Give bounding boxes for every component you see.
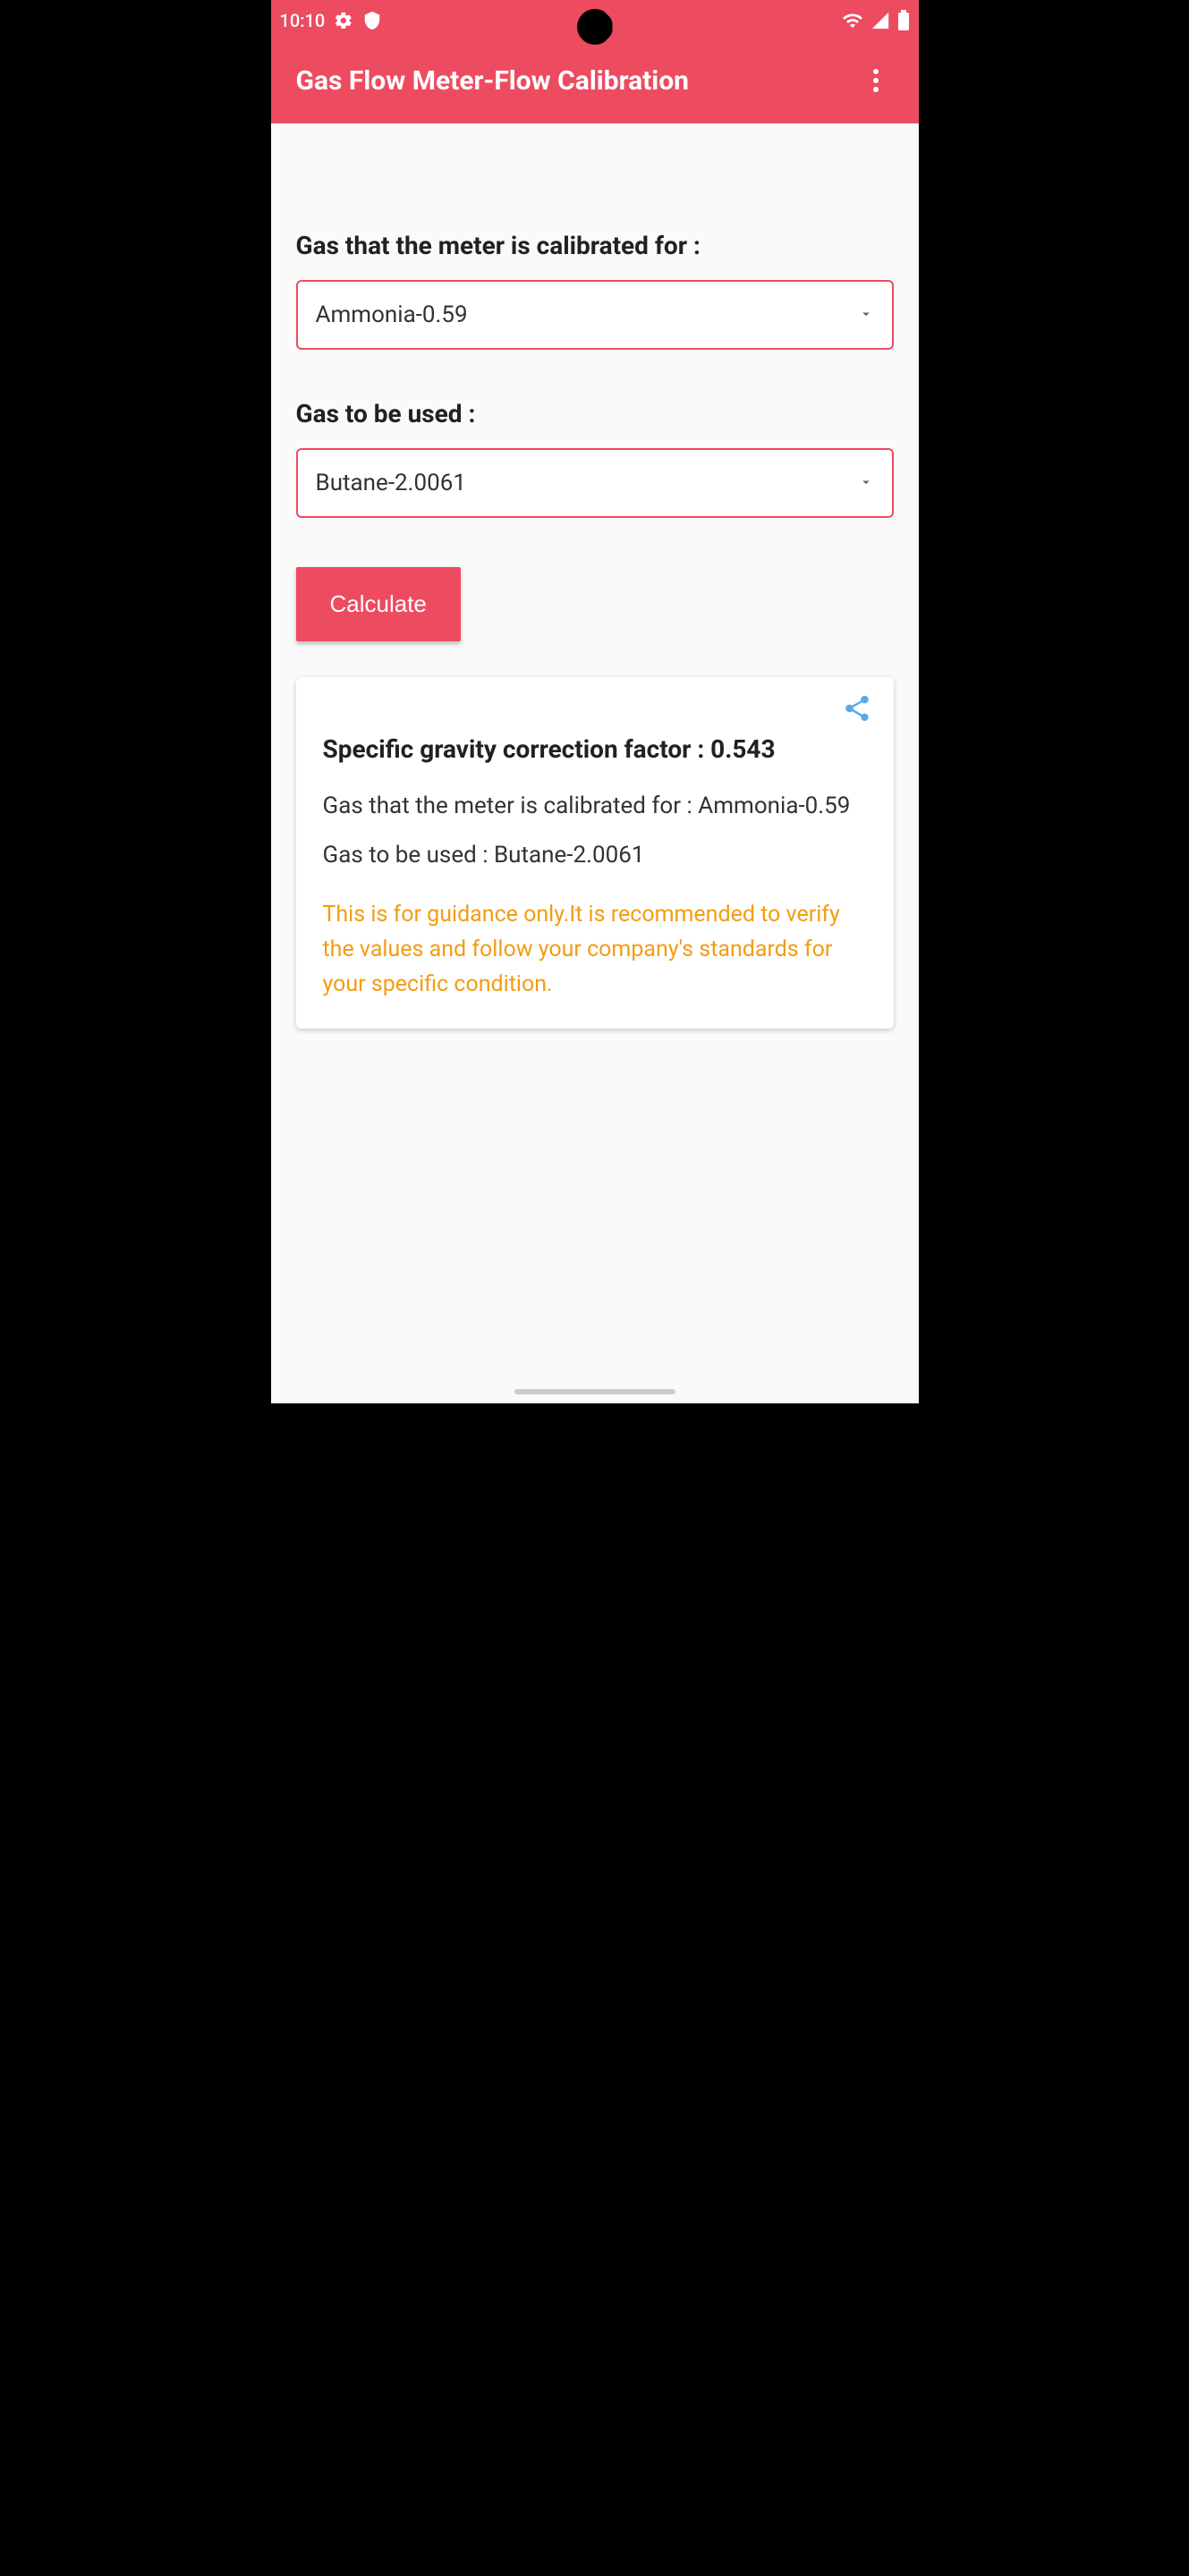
result-calibrated-line: Gas that the meter is calibrated for : A… <box>323 789 867 824</box>
shield-icon <box>362 11 382 30</box>
calibrated-gas-select[interactable]: Ammonia-0.59 <box>296 280 894 350</box>
result-used-line: Gas to be used : Butane-2.0061 <box>323 838 867 873</box>
calculate-button[interactable]: Calculate <box>296 567 461 641</box>
battery-icon <box>897 10 910 31</box>
phone-screen: 10:10 Gas Flow Meter-Flow Calibration <box>271 0 919 1403</box>
camera-notch <box>577 9 613 45</box>
page-title: Gas Flow Meter-Flow Calibration <box>296 65 689 97</box>
nav-handle[interactable] <box>514 1389 675 1394</box>
guidance-text: This is for guidance only.It is recommen… <box>323 898 867 1002</box>
content-area: Gas that the meter is calibrated for : A… <box>271 123 919 1054</box>
calibrated-gas-label: Gas that the meter is calibrated for : <box>296 231 894 260</box>
status-left: 10:10 <box>280 10 383 31</box>
gear-icon <box>334 11 353 30</box>
used-gas-select[interactable]: Butane-2.0061 <box>296 448 894 518</box>
chevron-down-icon <box>858 470 874 496</box>
overflow-menu-button[interactable] <box>858 63 894 98</box>
used-gas-label: Gas to be used : <box>296 399 894 428</box>
signal-icon <box>871 11 890 30</box>
app-bar: Gas Flow Meter-Flow Calibration <box>271 40 919 123</box>
wifi-icon <box>842 10 863 31</box>
result-card: Specific gravity correction factor : 0.5… <box>296 677 894 1029</box>
correction-factor-line: Specific gravity correction factor : 0.5… <box>323 734 867 764</box>
status-time: 10:10 <box>280 10 326 31</box>
used-gas-value: Butane-2.0061 <box>316 470 466 496</box>
status-right <box>842 10 910 31</box>
chevron-down-icon <box>858 301 874 328</box>
calibrated-gas-value: Ammonia-0.59 <box>316 301 468 328</box>
share-icon[interactable] <box>842 693 872 727</box>
